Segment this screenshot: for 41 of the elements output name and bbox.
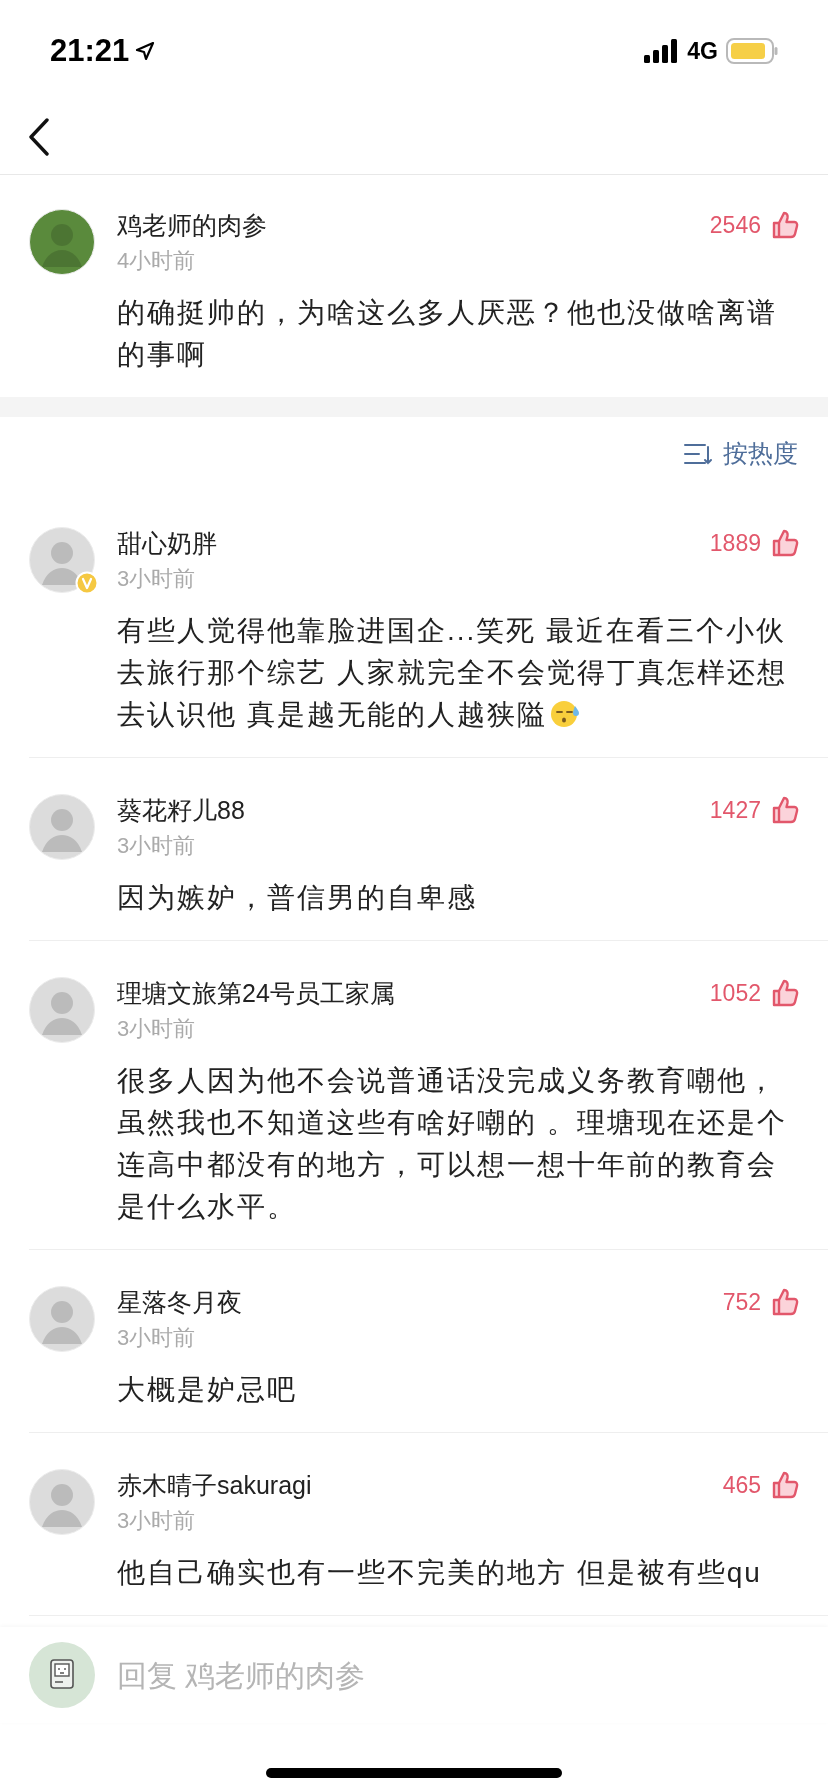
network-type: 4G [687,36,718,66]
author-name[interactable]: 葵花籽儿88 [117,794,245,826]
back-icon[interactable] [28,118,50,156]
avatar[interactable] [29,209,95,275]
thumbs-up-icon[interactable] [771,1470,799,1500]
comment-time: 3小时前 [117,1507,197,1535]
comment-time: 3小时前 [117,1015,197,1043]
comment-text: 他自己确实也有一些不完美的地方 但是被有些qu [117,1557,762,1588]
like-count: 1427 [709,796,761,825]
comment-text: 因为嫉妒，普信男的自卑感 [117,882,477,913]
reply-field[interactable]: 回复 鸡老师的肉参 [117,1652,799,1698]
comment-text: 有些人觉得他靠脸进国企...笑死 最近在看三个小伙去旅行那个综艺 人家就完全不会觉得丁真怎样还想去认识他 真是越无能的人越狭隘 [117,615,787,730]
like-count: 2546 [709,211,761,240]
author-name[interactable]: 赤木晴子sakuragi [117,1469,312,1501]
comment-text: 的确挺帅的，为啥这么多人厌恶？他也没做啥离谱的事啊 [117,297,777,370]
signal-icon [643,39,680,63]
author-name[interactable]: 理塘文旅第24号员工家属 [117,977,395,1009]
author-name[interactable]: 星落冬月夜 [117,1286,242,1318]
comment-time: 3小时前 [117,1324,197,1352]
thumbs-up-icon[interactable] [771,1287,799,1317]
thumbs-up-icon[interactable] [771,978,799,1008]
sort-button[interactable]: 按热度 [683,435,798,473]
user-avatar[interactable] [29,1642,95,1708]
author-name[interactable]: 甜心奶胖 [117,527,217,559]
like-count: 1889 [709,529,761,558]
like-count: 465 [722,1471,761,1500]
location-arrow-icon [135,41,156,61]
author-name[interactable]: 鸡老师的肉参 [117,209,267,241]
comment-text: 大概是妒忌吧 [117,1374,297,1405]
comment-text: 很多人因为他不会说普通话没完成义务教育嘲他，虽然我也不知道这些有啥好嘲的 。理塘现在还是个连高中都没有的地方，可以想一想十年前的教育会是什么水平。 [117,1065,787,1222]
thumbs-up-icon[interactable] [771,210,799,240]
battery-icon [726,38,778,64]
status-time: 21:21 [50,31,130,70]
like-count: 1052 [709,979,761,1008]
sort-icon [683,442,713,466]
comment-time: 4小时前 [117,247,197,275]
comment-time: 3小时前 [117,832,197,860]
comment-time: 3小时前 [117,565,197,593]
like-count: 752 [722,1288,761,1317]
thumbs-up-icon[interactable] [771,528,799,558]
thumbs-up-icon[interactable] [771,795,799,825]
